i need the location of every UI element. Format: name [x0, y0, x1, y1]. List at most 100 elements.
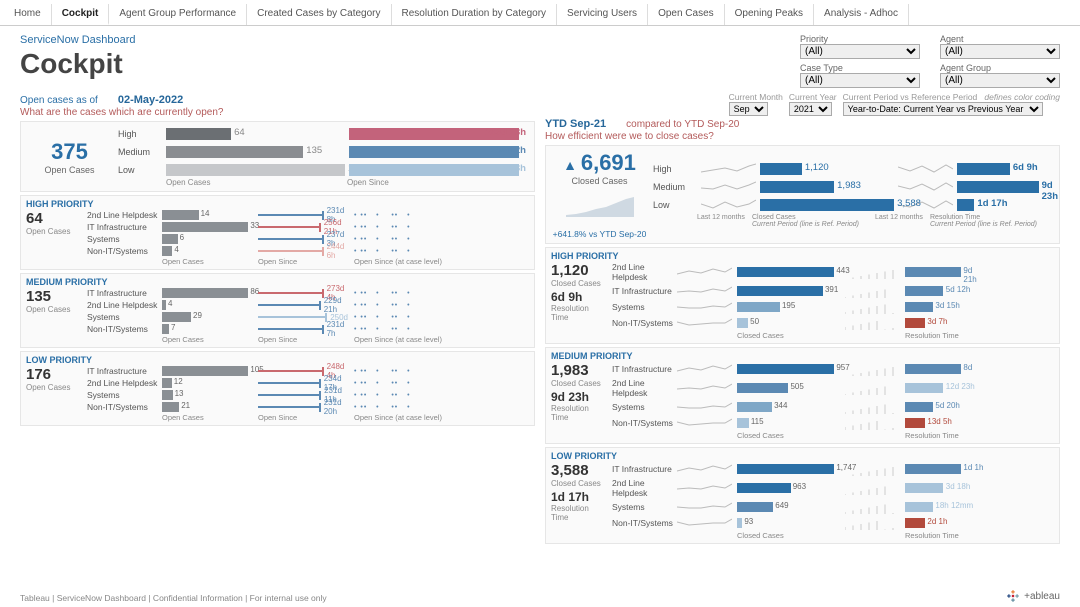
- group-label: Non-IT/Systems: [612, 518, 677, 528]
- spark-icon: [845, 500, 900, 514]
- spark-icon: [677, 462, 732, 476]
- hero-row-label: Medium: [653, 182, 697, 192]
- breadcrumb[interactable]: ServiceNow Dashboard: [20, 34, 136, 46]
- case-dots: • •• • •• •: [354, 236, 474, 243]
- spark-icon: [845, 516, 900, 530]
- page-title: Cockpit: [20, 48, 136, 80]
- priority-header: LOW PRIORITY: [551, 451, 1054, 461]
- case-dots: • •• • •• •: [354, 212, 474, 219]
- spark-icon: [677, 500, 732, 514]
- spark-icon: [701, 162, 756, 176]
- priority-count: 135: [26, 288, 81, 305]
- tab-open-cases[interactable]: Open Cases: [648, 4, 725, 25]
- group-label: IT Infrastructure: [612, 364, 677, 374]
- period-month[interactable]: Sep: [729, 102, 768, 116]
- cap-closed: Closed Cases: [752, 214, 796, 221]
- group-label: Systems: [87, 234, 162, 244]
- filter-priority[interactable]: (All): [800, 44, 920, 59]
- hero-row-label: Low: [118, 165, 162, 175]
- spark-icon: [898, 162, 953, 176]
- case-dots: • •• • •• •: [354, 368, 474, 375]
- group-label: Non-IT/Systems: [87, 402, 162, 412]
- open-col1: Open Cases: [166, 178, 347, 187]
- priority-closed: 3,588: [551, 462, 606, 479]
- group-label: 2nd Line Helpdesk: [612, 262, 677, 282]
- group-label: Non-IT/Systems: [87, 324, 162, 334]
- period-ref[interactable]: Year-to-Date: Current Year vs Previous Y…: [843, 102, 1043, 116]
- period-ref-note: defines color coding: [984, 92, 1060, 102]
- tab-cockpit[interactable]: Cockpit: [52, 4, 110, 25]
- tab-servicing-users[interactable]: Servicing Users: [557, 4, 648, 25]
- tab-analysis-adhoc[interactable]: Analysis - Adhoc: [814, 4, 909, 25]
- ytd-ref: compared to YTD Sep-20: [626, 119, 739, 130]
- tab-resolution-duration-by-category[interactable]: Resolution Duration by Category: [392, 4, 558, 25]
- priority-rt: 1d 17h: [551, 490, 606, 504]
- spark-icon: [677, 400, 732, 414]
- priority-header: MEDIUM PRIORITY: [551, 351, 1054, 361]
- hero-row-label: High: [118, 129, 162, 139]
- group-label: IT Infrastructure: [612, 286, 677, 296]
- filters: Priority(All) Agent(All) Case Type(All) …: [800, 34, 1060, 88]
- spark-icon: [677, 481, 732, 495]
- ytd-title: YTD Sep-21: [545, 118, 606, 130]
- spark-icon: [677, 316, 732, 330]
- open-col2: Open Since: [347, 178, 528, 187]
- group-label: IT Infrastructure: [87, 288, 162, 298]
- filter-label-priority: Priority: [800, 34, 920, 44]
- group-label: IT Infrastructure: [87, 366, 162, 376]
- priority-count: 176: [26, 366, 81, 383]
- period-year-label: Current Year: [789, 92, 837, 102]
- tab-opening-peaks[interactable]: Opening Peaks: [725, 4, 814, 25]
- open-asof-date: 02-May-2022: [118, 94, 183, 106]
- priority-count: 64: [26, 210, 81, 227]
- group-label: IT Infrastructure: [612, 464, 677, 474]
- priority-rt: 6d 9h: [551, 290, 606, 304]
- spark-icon: [845, 362, 900, 376]
- group-label: Non-IT/Systems: [87, 246, 162, 256]
- spark-icon: [677, 284, 732, 298]
- group-label: Systems: [87, 390, 162, 400]
- period-year[interactable]: 2021: [789, 102, 832, 116]
- priority-header: HIGH PRIORITY: [551, 251, 1054, 261]
- case-dots: • •• • •• •: [354, 404, 474, 411]
- spark-icon: [845, 284, 900, 298]
- spark-icon: [845, 265, 900, 279]
- priority-closed: 1,983: [551, 362, 606, 379]
- group-label: 2nd Line Helpdesk: [87, 378, 162, 388]
- tab-agent-group-performance[interactable]: Agent Group Performance: [109, 4, 247, 25]
- priority-rt: 9d 23h: [551, 390, 606, 404]
- spark-icon: [677, 265, 732, 279]
- spark-icon: [845, 316, 900, 330]
- spark-icon: [845, 481, 900, 495]
- spark-icon: [677, 516, 732, 530]
- filter-agent-group[interactable]: (All): [940, 73, 1060, 88]
- spark-icon: [701, 180, 756, 194]
- spark-icon: [898, 180, 953, 194]
- priority-closed: 1,120: [551, 262, 606, 279]
- filter-agent[interactable]: (All): [940, 44, 1060, 59]
- case-dots: • •• • •• •: [354, 314, 474, 321]
- spark-icon: [701, 198, 756, 212]
- spark-icon: [677, 300, 732, 314]
- group-label: Systems: [612, 402, 677, 412]
- cap-res-note: Current Period (line is Ref. Period): [930, 221, 1037, 228]
- open-total: 375: [27, 139, 112, 165]
- tab-bar: HomeCockpitAgent Group PerformanceCreate…: [0, 0, 1080, 26]
- case-dots: • •• • •• •: [354, 380, 474, 387]
- priority-count-label: Open Cases: [26, 227, 81, 236]
- tab-created-cases-by-category[interactable]: Created Cases by Category: [247, 4, 391, 25]
- tab-home[interactable]: Home: [4, 4, 52, 25]
- filter-label-agent: Agent: [940, 34, 1060, 44]
- filter-label-case-type: Case Type: [800, 63, 920, 73]
- spark-icon: [677, 362, 732, 376]
- cap-l12b: Last 12 months: [875, 214, 930, 228]
- priority-header: MEDIUM PRIORITY: [26, 277, 529, 287]
- group-label: 2nd Line Helpdesk: [612, 478, 677, 498]
- period-ref-label: Current Period vs Reference Period: [843, 92, 978, 102]
- case-dots: • •• • •• •: [354, 248, 474, 255]
- hero-row-label: High: [653, 164, 697, 174]
- spark-icon: [677, 416, 732, 430]
- filter-case-type[interactable]: (All): [800, 73, 920, 88]
- case-dots: • •• • •• •: [354, 326, 474, 333]
- hero-row-label: Low: [653, 200, 697, 210]
